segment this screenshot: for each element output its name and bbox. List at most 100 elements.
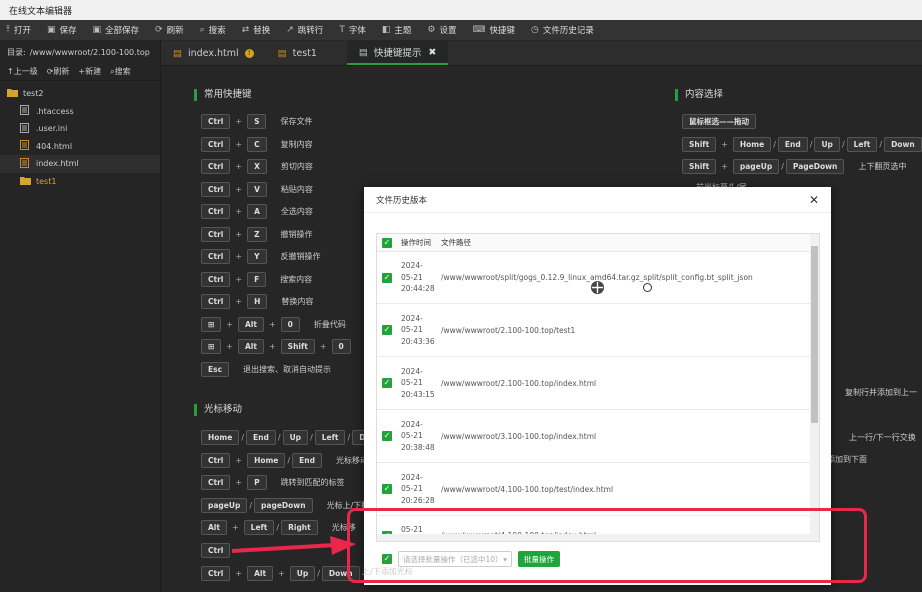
tree-item[interactable]: 404.html: [0, 138, 160, 156]
cell-path: /www/wwwroot/4.100-100.top/test/index.ht…: [441, 484, 614, 494]
keyboard-icon: ⌨: [472, 25, 486, 35]
close-icon[interactable]: ✕: [809, 193, 819, 207]
shortcut-desc: 退出搜索、取消自动提示: [243, 364, 332, 374]
key-cap: Ctrl: [201, 136, 231, 152]
replace-icon: ⇄: [241, 25, 250, 35]
tree-item[interactable]: .user.ini: [0, 120, 160, 138]
save-icon: ▣: [47, 25, 56, 35]
shortcut-desc: 上下翻页选中: [858, 162, 907, 171]
sidebar: 目录: /www/wwwroot/2.100-100.top ↑上一级 ⟳刷新 +新…: [0, 41, 161, 592]
tab-1[interactable]: ▤ test1: [266, 41, 347, 65]
shortcut-desc: 替换内容: [281, 297, 314, 306]
key-cap: Ctrl: [201, 181, 231, 197]
sidebar-action-plus[interactable]: +新建: [78, 66, 101, 77]
sidebar-action-label: 搜索: [114, 67, 131, 76]
toolbar-replace-button[interactable]: ⇄ 替换: [242, 24, 271, 36]
table-row[interactable]: ✓ 2024- 05-21 20:38:48/www/wwwroot/3.100-10…: [377, 410, 819, 463]
row-checkbox[interactable]: ✓: [382, 484, 392, 494]
shortcut-desc: 复制行并添加到上一: [845, 388, 917, 397]
upload-icon: ⤒: [6, 25, 10, 35]
section-title-cursor: 光标移动: [194, 404, 242, 416]
key-separator: /: [317, 568, 320, 578]
table-row[interactable]: ✓ 2024- 05-21 20:43:36/www/wwwroot/2.100-10…: [377, 304, 819, 357]
toolbar-theme-button[interactable]: ◧ 主题: [382, 24, 412, 36]
table-row[interactable]: ✓ 2024- 05-21 20:44:28/www/wwwroot/split/go…: [377, 252, 819, 304]
toolbar-label: 全部保存: [105, 26, 140, 36]
sidebar-action-label: 上一级: [13, 67, 38, 76]
shortcut-row: Ctrl + Home / End 光标移动: [201, 452, 368, 468]
key-separator: /: [809, 139, 813, 149]
directory-path: 目录: /www/wwwroot/2.100-100.top: [0, 41, 160, 63]
section-title-common: 常用快捷键: [194, 89, 252, 101]
file-icon: [20, 105, 32, 117]
shortcut-row: Ctrl: [201, 543, 231, 558]
tree-item[interactable]: test2: [0, 85, 160, 103]
clock-icon: ◷: [530, 25, 539, 35]
key-cap: Ctrl: [201, 204, 231, 219]
key-cap: pageUp: [201, 497, 248, 513]
time-part: 05-21: [401, 484, 423, 494]
shortcut-row: Home/End/Up/Left/Dov: [201, 430, 383, 445]
toolbar-search-button[interactable]: ⌕ 搜索: [200, 24, 226, 36]
warning-icon: !: [244, 48, 254, 58]
row-checkbox[interactable]: ✓: [382, 431, 392, 441]
tree-item[interactable]: index.html: [0, 155, 160, 173]
key-separator: /: [781, 162, 784, 171]
toolbar-font-button[interactable]: T 字体: [339, 24, 366, 36]
key-cap: PageDown: [785, 159, 845, 174]
tree-item[interactable]: test1: [0, 173, 160, 191]
sidebar-action-refresh[interactable]: ⟳刷新: [47, 66, 70, 77]
theme-icon: ◧: [381, 25, 391, 35]
toolbar-refresh-button[interactable]: ⟳ 刷新: [155, 24, 184, 36]
toolbar-clock-button[interactable]: ◷ 文件历史记录: [531, 24, 594, 36]
shortcut-desc: 粘贴内容: [280, 184, 313, 194]
sidebar-action-label: 刷新: [53, 67, 70, 76]
sidebar-action-arrow-up[interactable]: ↑上一级: [7, 66, 38, 77]
vertical-scrollbar[interactable]: [810, 234, 819, 541]
toolbar-jump-button[interactable]: ↗ 跳转行: [286, 24, 323, 36]
toolbar-label: 主题: [394, 26, 412, 36]
time-part: 2024-: [401, 419, 423, 429]
key-cap: Left: [314, 430, 346, 445]
shortcut-desc: 折叠代码: [313, 319, 346, 329]
scrollbar-thumb[interactable]: [811, 246, 818, 423]
cell-path: /www/wwwroot/2.100-100.top/index.html: [441, 378, 597, 388]
toolbar: ⤒ 打开 ▣ 保存 ▣ 全部保存 ⟳ 刷新 ⌕ 搜索 ⇄ 替换 ↗ 跳转行 T 字体 ◧ 主题 ⚙ 设置 ⌨ 快捷键 ◷ 文件…: [0, 20, 922, 41]
time-part: 20:26:28: [401, 495, 435, 505]
cell-time: 2024- 05-21 20:44:28: [401, 260, 441, 295]
toolbar-label: 快捷键: [489, 26, 515, 36]
tree-item-label: 404.html: [36, 141, 73, 151]
toolbar-upload-button[interactable]: ⤒ 打开: [6, 24, 31, 36]
key-separator: +: [721, 162, 728, 171]
annotation-highlight-box: [347, 508, 867, 583]
row-checkbox[interactable]: ✓: [382, 272, 392, 283]
key-cap: Alt: [238, 339, 264, 354]
row-checkbox[interactable]: ✓: [382, 378, 392, 388]
toolbar-keyboard-button[interactable]: ⌨ 快捷键: [472, 24, 515, 36]
tab-2[interactable]: ▤ 快捷键提示 ✖: [346, 41, 449, 65]
tree-item[interactable]: .htaccess: [0, 103, 160, 121]
file-icon: [20, 157, 32, 170]
sidebar-action-search[interactable]: ⌕搜索: [110, 66, 130, 77]
toolbar-gear-button[interactable]: ⚙ 设置: [427, 24, 456, 36]
refresh-icon: ⟳: [155, 25, 163, 35]
jump-icon: ↗: [286, 25, 294, 35]
key-separator: +: [235, 229, 243, 239]
cell-time: 2024- 05-21 20:38:48: [401, 419, 441, 454]
row-checkbox[interactable]: ✓: [382, 325, 392, 335]
shortcut-row: Ctrl + S 保存文件: [201, 114, 312, 129]
shortcut-desc: 跳转到匹配的标签: [280, 478, 345, 488]
close-tab-icon[interactable]: ✖: [428, 47, 436, 58]
key-separator: +: [278, 568, 285, 578]
tab-label: test1: [292, 47, 317, 59]
hand-cursor-icon: ☝: [476, 563, 486, 582]
table-row[interactable]: ✓ 2024- 05-21 20:43:15/www/wwwroot/2.100-10…: [377, 357, 819, 410]
key-cap: End: [777, 136, 808, 152]
toolbar-save-button[interactable]: ▣ 保存: [47, 24, 77, 36]
path-value[interactable]: /www/wwwroot/2.100-100.top: [30, 48, 150, 57]
toolbar-save-all-button[interactable]: ▣ 全部保存: [93, 24, 140, 36]
select-all-checkbox[interactable]: ✓: [382, 237, 392, 248]
tab-0[interactable]: ▤ index.html!: [161, 41, 266, 65]
time-part: 20:43:15: [401, 389, 435, 399]
key-cap: Alt: [238, 316, 264, 332]
